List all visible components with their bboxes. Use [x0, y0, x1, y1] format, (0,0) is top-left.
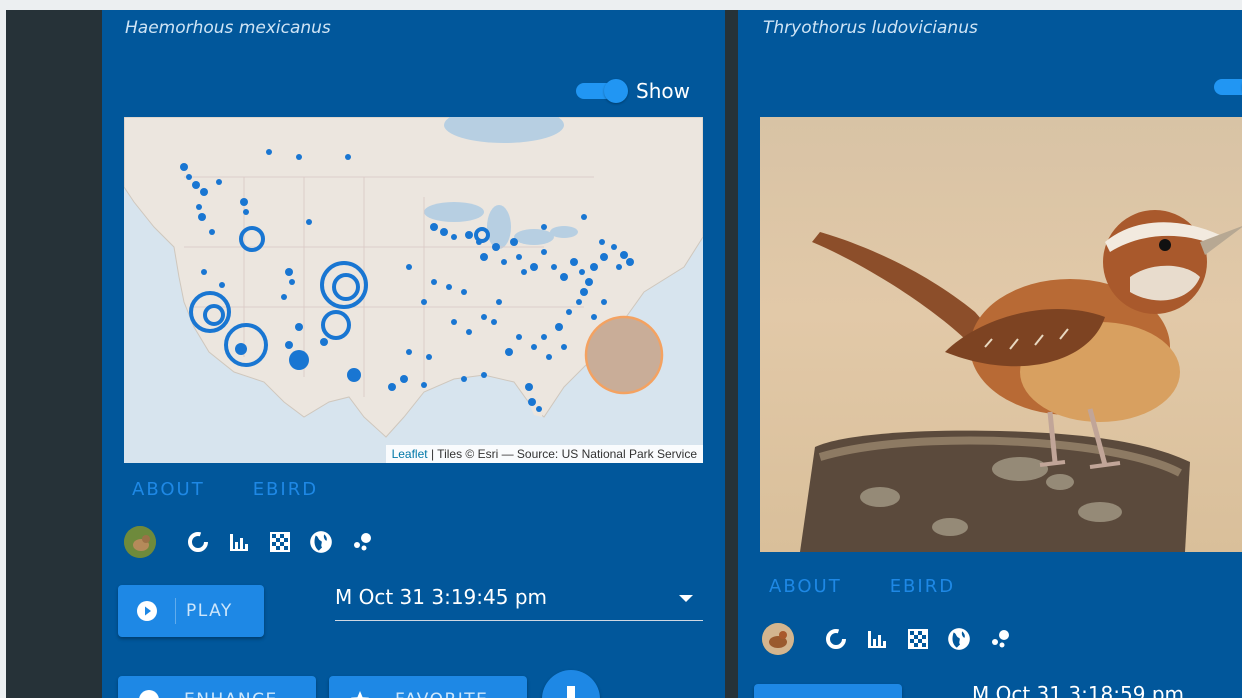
top-strip	[0, 0, 1242, 10]
toggle-knob[interactable]	[604, 79, 628, 103]
toggle-track[interactable]	[576, 79, 628, 103]
play-icon	[136, 601, 157, 621]
tool-icon-row	[124, 526, 375, 558]
species-avatar[interactable]	[762, 623, 794, 655]
species-card-house-finch: Haemorhous mexicanus Show Leaflet | Tile…	[102, 10, 725, 698]
globe-icon[interactable]	[308, 529, 334, 555]
globe-icon[interactable]	[946, 626, 972, 652]
highlight-circle	[584, 315, 664, 395]
chevron-down-icon[interactable]	[679, 595, 693, 602]
datetime-value[interactable]: M Oct 31 3:18:59 pm	[972, 682, 1184, 698]
favorite-button[interactable]: FAVORITE	[329, 676, 527, 698]
favorite-label: FAVORITE	[395, 690, 488, 698]
enhance-button[interactable]: ENHANCE	[118, 676, 316, 698]
sightings-map[interactable]: Leaflet | Tiles © Esri — Source: US Nati…	[124, 117, 703, 463]
play-icon-wrap	[118, 598, 176, 624]
card-gap	[725, 10, 738, 698]
toggle-label: Show	[636, 79, 690, 103]
scatter-icon[interactable]	[987, 626, 1013, 652]
bar-chart-icon[interactable]	[226, 529, 252, 555]
tool-icon-row	[762, 623, 1013, 655]
scatter-icon[interactable]	[349, 529, 375, 555]
datetime-select[interactable]: M Oct 31 3:19:45 pm	[335, 585, 703, 621]
species-avatar[interactable]	[124, 526, 156, 558]
bar-chart-icon[interactable]	[864, 626, 890, 652]
enhance-icon	[139, 690, 159, 698]
card-links: ABOUT EBIRD	[132, 479, 318, 500]
map-canvas	[124, 117, 703, 438]
play-label: PLAY	[186, 601, 233, 621]
checkerboard-icon[interactable]	[267, 529, 293, 555]
scientific-name: Thryothorus ludovicianus	[763, 18, 978, 38]
lake	[550, 226, 578, 238]
checkerboard-icon[interactable]	[905, 626, 931, 652]
bird-photo	[760, 117, 1242, 552]
species-card-carolina-wren: Thryothorus ludovicianus ABOUT EBIRD M O…	[738, 10, 1242, 698]
carolina-wren-illustration	[800, 210, 1242, 552]
lake	[514, 229, 554, 245]
play-button[interactable]	[754, 684, 902, 698]
circle-notch-icon[interactable]	[823, 626, 849, 652]
card-links: ABOUT EBIRD	[769, 576, 955, 597]
circle-notch-icon[interactable]	[185, 529, 211, 555]
about-link[interactable]: ABOUT	[132, 479, 205, 500]
enhance-label: ENHANCE	[184, 690, 278, 698]
attribution-text: | Tiles © Esri — Source: US National Par…	[427, 447, 697, 461]
cluster-marker	[235, 343, 247, 355]
scientific-name: Haemorhous mexicanus	[125, 18, 331, 38]
about-link[interactable]: ABOUT	[769, 576, 842, 597]
leaflet-link[interactable]: Leaflet	[392, 447, 428, 461]
toggle-track[interactable]	[1214, 79, 1242, 95]
show-toggle[interactable]: Show	[576, 79, 690, 103]
star-icon	[351, 691, 369, 698]
map-attribution: Leaflet | Tiles © Esri — Source: US Nati…	[385, 445, 703, 463]
ebird-link[interactable]: EBIRD	[890, 576, 955, 597]
play-button[interactable]: PLAY	[118, 585, 264, 637]
download-button[interactable]	[542, 670, 600, 698]
lake	[487, 205, 511, 249]
lake	[424, 202, 484, 222]
ebird-link[interactable]: EBIRD	[253, 479, 318, 500]
sidebar	[6, 10, 102, 698]
cluster-marker	[289, 350, 309, 370]
show-toggle[interactable]	[1214, 79, 1242, 95]
datetime-value: M Oct 31 3:19:45 pm	[335, 585, 547, 609]
download-icon	[567, 686, 575, 698]
